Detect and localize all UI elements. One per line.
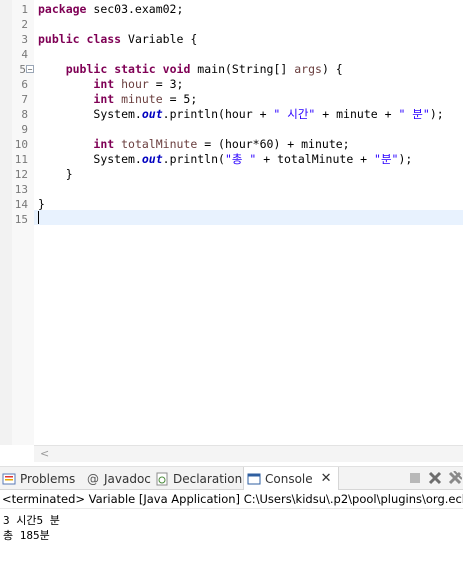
line-number: 14 <box>14 198 28 211</box>
at-sign-icon: @ <box>87 471 99 486</box>
tab-declaration[interactable]: Declaration <box>155 467 242 490</box>
console-output-line: 3 시간5 분 <box>3 514 60 527</box>
code-line: } <box>65 167 73 181</box>
code-line: public class Variable { <box>38 32 198 46</box>
remove-all-launches-icon[interactable] <box>448 471 462 485</box>
code-line: public static void main(String[] args) { <box>65 62 343 76</box>
line-number: 8 <box>21 108 28 121</box>
tab-label: Console <box>265 471 313 486</box>
line-number: 11 <box>14 153 28 166</box>
current-line-highlight <box>34 210 463 225</box>
scroll-left-arrow-icon[interactable]: < <box>40 447 49 460</box>
tab-problems[interactable]: Problems <box>2 467 75 490</box>
code-line: System.out.println("총 " + totalMinute + … <box>93 152 413 166</box>
line-number: 13 <box>14 183 28 196</box>
tab-label: Declaration <box>173 471 243 486</box>
line-number: 9 <box>21 123 28 136</box>
problems-icon <box>2 472 16 486</box>
line-number: 12 <box>14 168 28 181</box>
terminate-icon[interactable] <box>408 471 422 485</box>
horizontal-scrollbar[interactable]: < <box>34 445 463 462</box>
close-icon[interactable]: ✕ <box>321 471 332 486</box>
line-number: 4 <box>21 48 28 61</box>
tab-label: Javadoc <box>104 471 151 486</box>
code-line: int totalMinute = (hour*60) + minute; <box>93 137 350 151</box>
console-icon <box>247 472 261 486</box>
line-number: 2 <box>21 18 28 31</box>
line-number: 10 <box>14 138 28 151</box>
line-number: 7 <box>21 93 28 106</box>
view-tab-bar: Problems @ Javadoc Declaration Console ✕ <box>0 466 463 490</box>
code-line: int minute = 5; <box>93 92 198 106</box>
line-number: 1 <box>21 3 28 16</box>
line-number: 15 <box>14 213 28 226</box>
line-number: 3 <box>21 33 28 46</box>
code-line: package sec03.exam02; <box>38 2 184 16</box>
tab-javadoc[interactable]: @ Javadoc <box>86 467 151 490</box>
remove-launch-icon[interactable] <box>428 471 442 485</box>
console-output[interactable]: 3 시간5 분 총 185분 <box>0 510 463 570</box>
tab-label: Problems <box>20 471 76 486</box>
code-line: } <box>38 197 45 211</box>
fold-collapse-icon[interactable]: − <box>26 65 34 74</box>
declaration-icon <box>155 472 169 486</box>
code-line: System.out.println(hour + " 시간" + minute… <box>93 107 444 121</box>
text-caret <box>38 211 39 224</box>
code-editor[interactable]: 1 2 3 4 5 6 7 8 9 10 11 12 13 14 15 − pa… <box>0 0 463 445</box>
code-line: int hour = 3; <box>93 77 184 91</box>
line-number: 5 <box>19 63 26 76</box>
tab-console[interactable]: Console ✕ <box>243 467 339 490</box>
line-number: 6 <box>21 78 28 91</box>
console-status-line: <terminated> Variable [Java Application]… <box>0 490 463 509</box>
console-output-line: 총 185분 <box>3 529 50 542</box>
